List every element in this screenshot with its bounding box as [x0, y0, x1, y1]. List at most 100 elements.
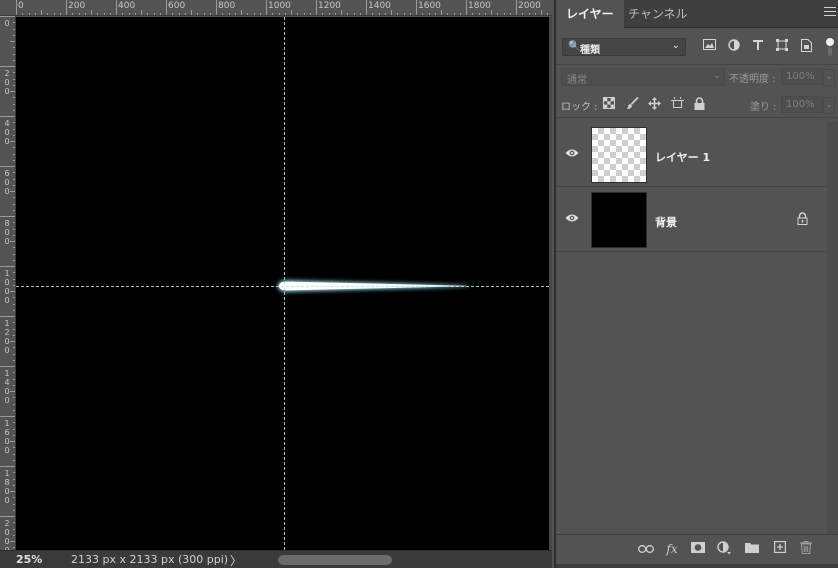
vertical-ruler[interactable]: 02 0 04 0 06 0 08 0 01 0 0 01 2 0 01 4 0… — [0, 16, 16, 550]
zoom-level[interactable]: 25% — [16, 553, 42, 566]
eye-icon[interactable] — [564, 146, 580, 162]
ruler-minor-tick — [459, 13, 461, 15]
adjustment-icon[interactable] — [716, 541, 732, 557]
ruler-major-tick — [316, 0, 317, 15]
adjustment-filter-icon[interactable] — [727, 39, 741, 53]
ruler-minor-tick — [509, 13, 511, 15]
ruler-minor-tick — [391, 10, 392, 15]
ruler-minor-tick — [334, 13, 336, 15]
layer-row-background[interactable]: 背景 — [556, 187, 827, 252]
ruler-minor-tick — [522, 13, 524, 15]
ruler-minor-tick — [153, 13, 155, 15]
ruler-minor-tick — [397, 13, 399, 15]
ruler-label: 600 — [168, 1, 186, 11]
lock-transparent-pixels-icon[interactable] — [602, 97, 616, 111]
ruler-major-tick — [166, 0, 167, 15]
ruler-minor-tick — [491, 10, 492, 15]
ruler-minor-tick — [84, 13, 86, 15]
ruler-major-tick — [66, 0, 67, 15]
ruler-major-tick — [16, 0, 17, 15]
fill-field[interactable]: 100% ⌄ — [781, 96, 835, 114]
panel-menu-icon[interactable] — [824, 7, 836, 21]
layer-filter-row: 🔍 種類 ⌄ — [556, 29, 838, 65]
lock-all-icon[interactable] — [692, 97, 706, 111]
ruler-minor-tick — [22, 13, 24, 15]
ruler-major-tick — [0, 116, 15, 117]
ruler-minor-tick — [403, 13, 405, 15]
link-icon[interactable] — [638, 541, 654, 557]
ruler-minor-tick — [128, 13, 130, 15]
lock-image-pixels-brush-icon[interactable] — [625, 96, 639, 111]
lock-artboard-icon[interactable] — [670, 97, 684, 111]
horizontal-scrollbar[interactable] — [250, 555, 545, 565]
ruler-minor-tick — [541, 10, 542, 15]
ruler-minor-tick — [547, 13, 549, 15]
eye-icon[interactable] — [564, 211, 580, 227]
ruler-minor-tick — [34, 13, 36, 15]
new-layer-icon[interactable] — [772, 541, 788, 557]
ruler-major-tick — [516, 0, 517, 15]
ruler-label: 1400 — [368, 1, 391, 11]
ruler-major-tick — [416, 0, 417, 15]
ruler-minor-tick — [303, 13, 305, 15]
type-filter-icon[interactable] — [751, 39, 765, 53]
ruler-minor-tick — [147, 13, 149, 15]
chevron-down-icon[interactable]: ⌄ — [823, 69, 835, 86]
ruler-major-tick — [266, 0, 267, 15]
horizontal-scroll-thumb[interactable] — [278, 555, 392, 565]
document-canvas[interactable] — [16, 17, 549, 550]
ruler-minor-tick — [322, 13, 324, 15]
layer-name[interactable]: レイヤー 1 — [655, 149, 710, 165]
trash-icon[interactable] — [798, 540, 814, 557]
ruler-minor-tick — [353, 13, 355, 15]
ruler-minor-tick — [78, 13, 80, 15]
filter-toggle-switch[interactable] — [826, 38, 834, 56]
mask-icon[interactable] — [690, 541, 706, 557]
canvas-vertical-scrollbar[interactable] — [549, 17, 552, 550]
blend-mode-select[interactable]: 通常 ⌄ — [561, 68, 725, 86]
ruler-minor-tick — [141, 10, 142, 15]
smart-object-filter-icon[interactable] — [799, 39, 813, 53]
layer-thumbnail[interactable] — [591, 127, 647, 183]
ruler-label: 2000 — [518, 1, 541, 11]
ruler-label: 400 — [118, 1, 136, 11]
layer-name[interactable]: 背景 — [655, 214, 677, 230]
ruler-label: 200 — [68, 1, 86, 11]
ruler-minor-tick — [384, 13, 386, 15]
ruler-minor-tick — [222, 13, 224, 15]
opacity-field[interactable]: 100% ⌄ — [781, 68, 835, 86]
horizontal-ruler[interactable]: 0 200 400 600 800 1000 1200 1400 1600 1800 2000 — [0, 0, 552, 16]
chevron-down-icon[interactable]: ⌄ — [823, 97, 835, 114]
ruler-minor-tick — [441, 10, 442, 15]
chevron-down-icon: ⌄ — [712, 70, 721, 81]
ruler-minor-tick — [184, 13, 186, 15]
ruler-minor-tick — [47, 13, 49, 15]
panel-vertical-scrollbar[interactable] — [827, 122, 838, 534]
fx-icon[interactable]: fx — [664, 541, 680, 557]
ruler-major-tick — [0, 16, 15, 17]
ruler-minor-tick — [497, 13, 499, 15]
ruler-minor-tick — [359, 13, 361, 15]
ruler-minor-tick — [97, 13, 99, 15]
status-bar: 25% 2133 px x 2133 px (300 ppi) 〉 — [0, 550, 552, 568]
shape-filter-icon[interactable] — [775, 39, 789, 53]
layer-row-layer-1[interactable]: レイヤー 1 — [556, 122, 827, 187]
vertical-guide[interactable] — [284, 17, 285, 550]
folder-icon[interactable] — [744, 541, 760, 557]
tab-channels[interactable]: チャンネル — [618, 0, 698, 28]
ruler-label: 1600 — [418, 1, 441, 11]
search-icon: 🔍 — [568, 41, 581, 52]
filter-kind-select[interactable]: 🔍 種類 ⌄ — [562, 38, 686, 56]
image-filter-icon[interactable] — [702, 39, 716, 53]
horizontal-guide[interactable] — [16, 286, 549, 287]
opacity-value: 100% — [786, 71, 815, 82]
layer-thumbnail[interactable] — [591, 192, 647, 248]
status-menu-chevron-icon[interactable]: 〉 — [230, 552, 242, 568]
ruler-minor-tick — [259, 13, 261, 15]
tab-layers[interactable]: レイヤー — [556, 0, 624, 28]
lock-position-move-icon[interactable] — [647, 97, 661, 111]
lock-icon[interactable] — [797, 212, 808, 228]
filter-kind-label: 種類 — [580, 45, 600, 56]
ruler-minor-tick — [253, 13, 255, 15]
document-info[interactable]: 2133 px x 2133 px (300 ppi) — [71, 553, 228, 566]
